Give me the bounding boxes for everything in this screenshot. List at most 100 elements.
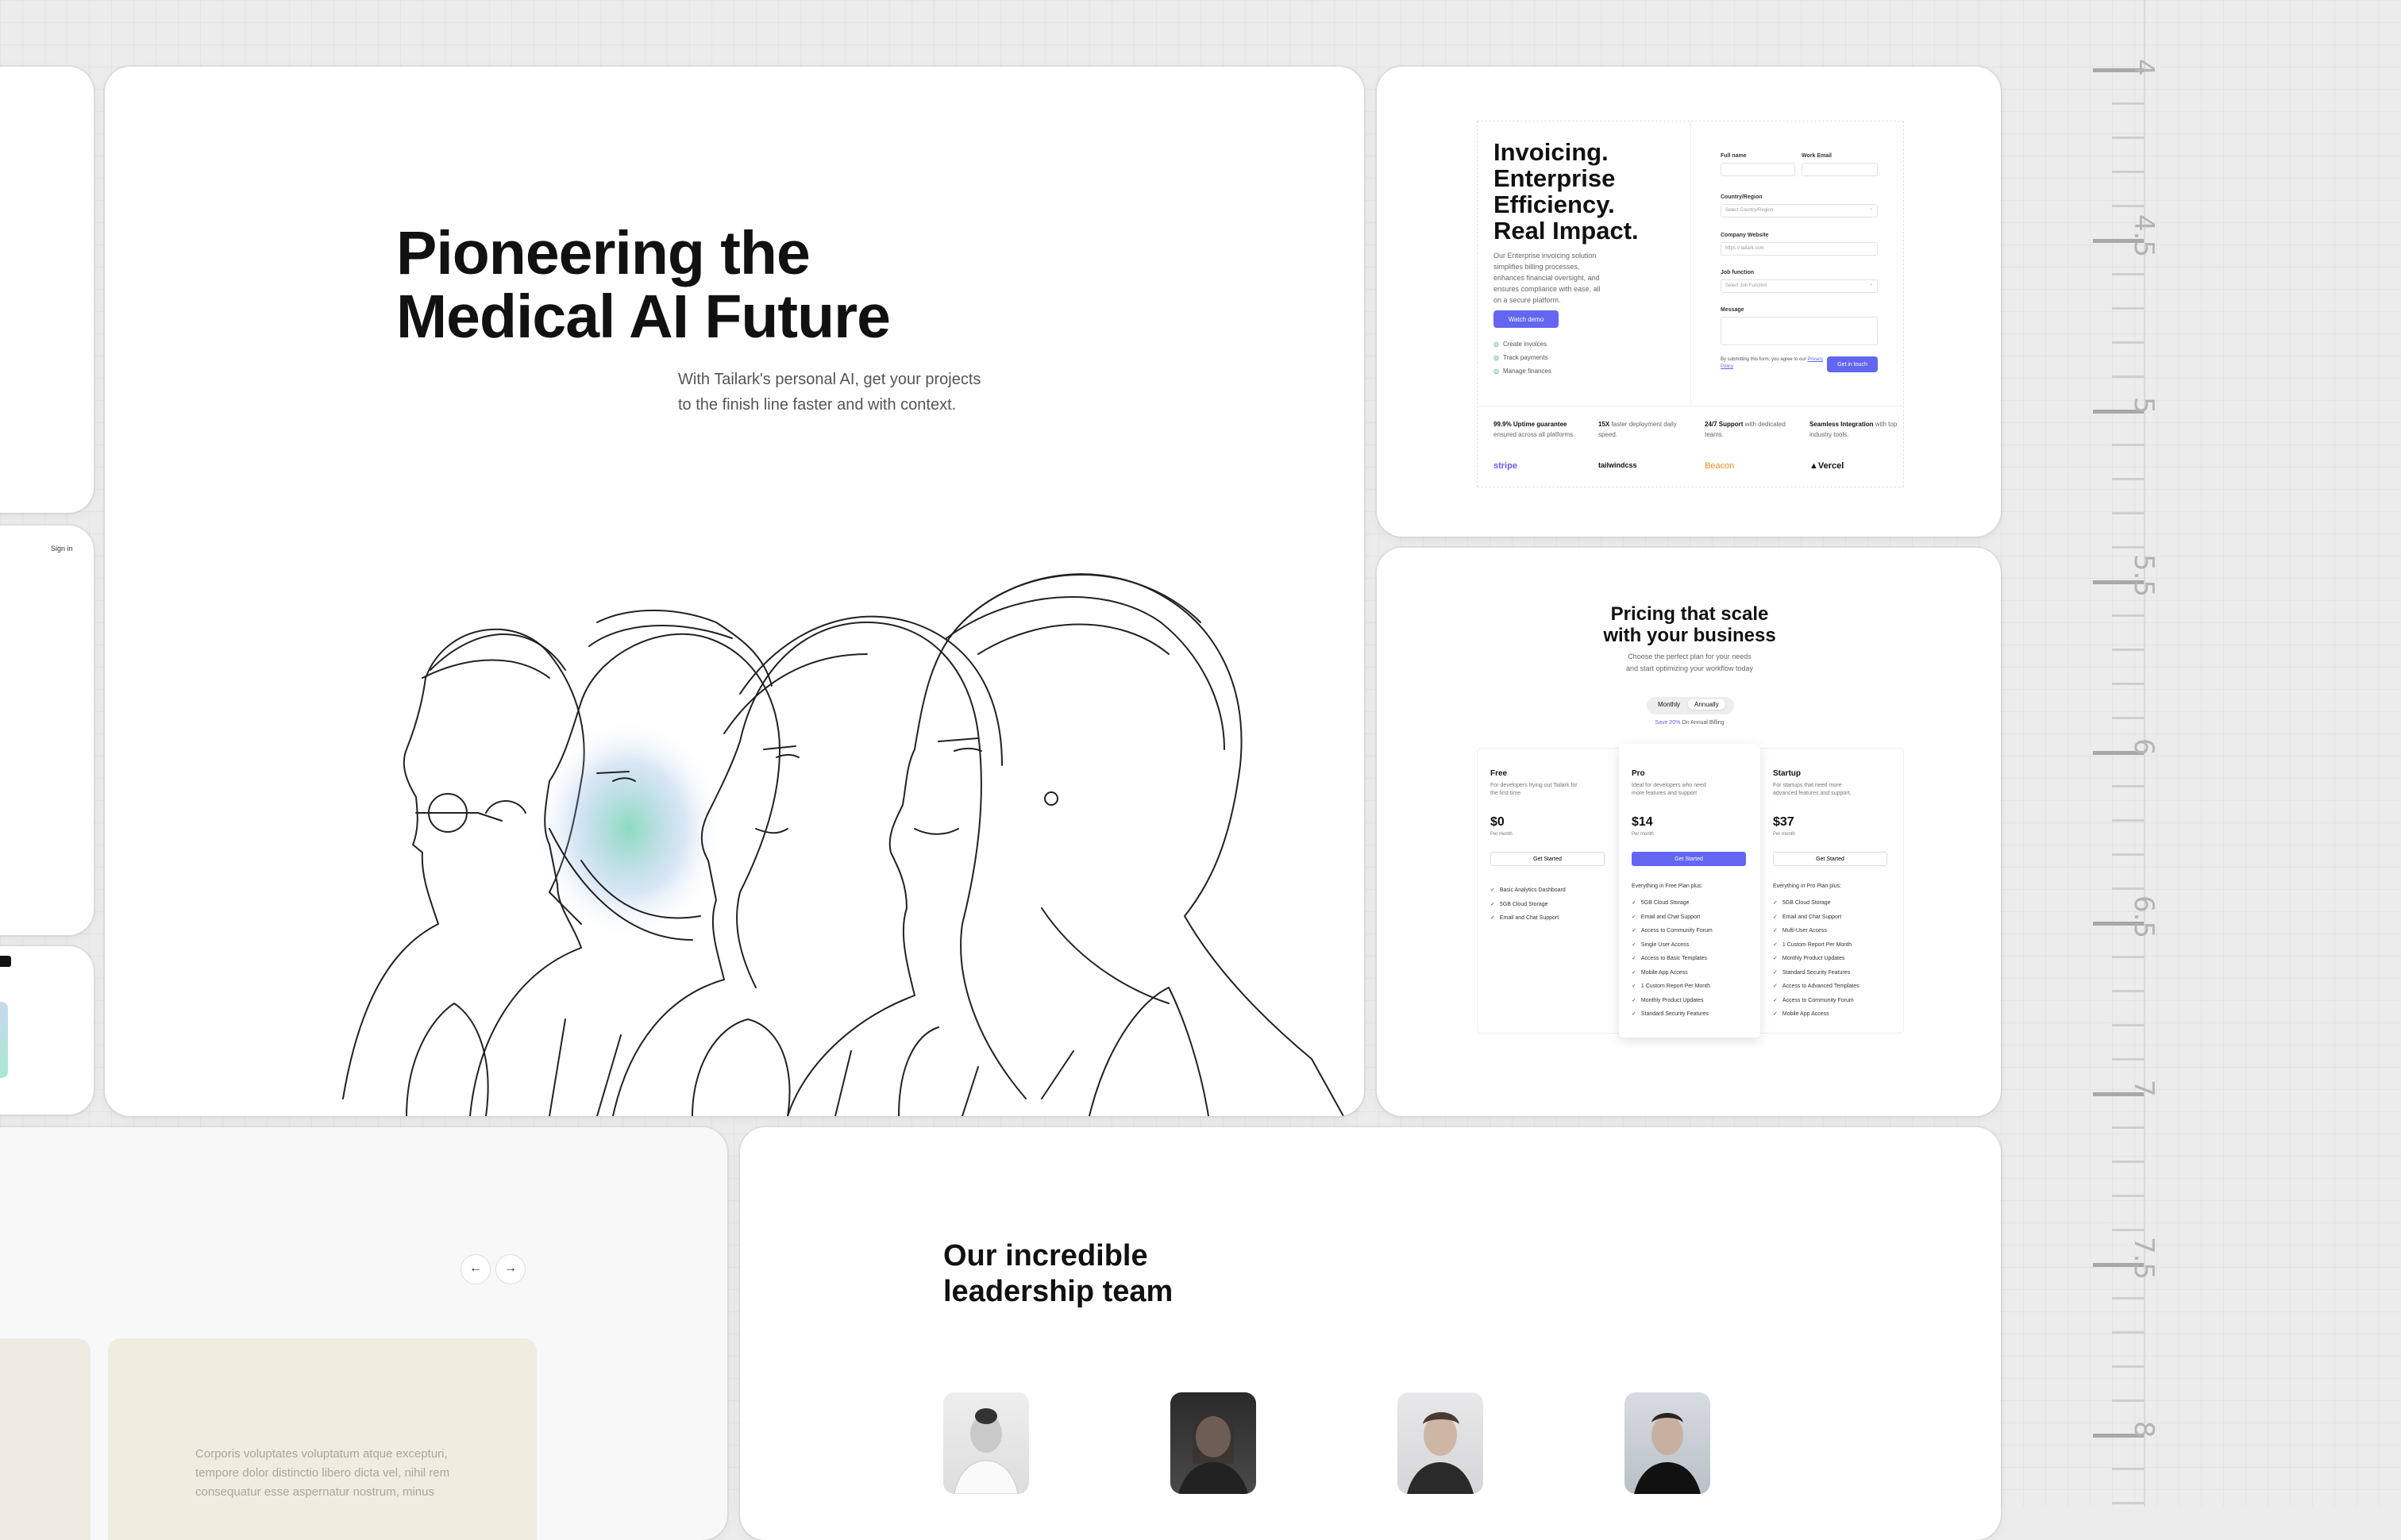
feature-item: Mobile App Access <box>1632 966 1713 980</box>
billing-toggle: Monthly Annually <box>1647 697 1734 714</box>
plan-price: $37 <box>1773 815 1794 829</box>
get-in-touch-button[interactable]: Get in touch <box>1827 356 1878 372</box>
stat-integration: Seamless Integration with top industry t… <box>1809 419 1905 440</box>
ruler-minor-tick <box>2112 341 2144 344</box>
ruler-minor-tick <box>2112 717 2144 719</box>
stat-uptime: 99.9% Uptime guarantee ensured across al… <box>1493 419 1589 440</box>
check-circle-icon: ◎ <box>1493 354 1499 361</box>
stat-bold: Seamless Integration <box>1809 421 1874 428</box>
ruler-minor-tick <box>2112 887 2144 890</box>
watch-demo-button[interactable]: Watch demo <box>1493 310 1559 328</box>
plan-features-heading: Everything in Free Plan plus: <box>1632 884 1703 889</box>
plan-startup: Startup For startups that need more adva… <box>1760 749 1902 1033</box>
feature-item: Access to Basic Templates <box>1632 952 1713 966</box>
stat-bold: 15X <box>1598 421 1610 428</box>
avatar[interactable] <box>1397 1392 1483 1494</box>
signin-link[interactable]: Sign in <box>51 545 73 552</box>
full-name-label: Full name <box>1721 153 1747 159</box>
work-email-field[interactable] <box>1802 163 1878 176</box>
carousel-slide-partial <box>0 1338 91 1540</box>
invoicing-frame: Invoicing. Enterprise Efficiency. Real I… <box>1477 121 1904 487</box>
team-title: Our incredible leadership team <box>943 1238 1173 1310</box>
feature-list: 5GB Cloud Storage Email and Chat Support… <box>1773 896 1860 1022</box>
toggle-annually[interactable]: Annually <box>1688 699 1725 710</box>
feature-item: Monthly Product Updates <box>1773 952 1860 966</box>
feature-item: Access to Community Forum <box>1773 994 1860 1008</box>
ruler-minor-tick <box>2112 478 2144 480</box>
ruler-label: 6.5 <box>2128 895 2160 939</box>
ruler-minor-tick <box>2112 444 2144 446</box>
full-name-field[interactable] <box>1721 163 1795 176</box>
stat-support: 24/7 Support with dedicated teams. <box>1705 419 1800 440</box>
message-textarea[interactable] <box>1721 317 1878 345</box>
ruler-minor-tick <box>2112 649 2144 651</box>
stat-rest: faster deployment daily speed. <box>1598 421 1677 438</box>
partial-card-signin: Sign in <box>0 526 94 935</box>
tailwindcss-logo: tailwindcss <box>1598 461 1637 469</box>
ruler-minor-tick <box>2112 1331 2144 1334</box>
feature-item: Email and Chat Support <box>1490 911 1566 926</box>
ruler-label: 6 <box>2128 738 2160 756</box>
invoicing-description: Our Enterprise invoicing solution simpli… <box>1493 252 1601 304</box>
invoicing-title-line2: Enterprise <box>1493 164 1616 192</box>
ruler-minor-tick <box>2112 546 2144 549</box>
team-title-line2: leadership team <box>943 1275 1174 1308</box>
pricing-title-line2: with your business <box>1603 625 1776 646</box>
carousel-prev-button[interactable]: ← <box>461 1254 491 1284</box>
get-started-button[interactable]: Get Started <box>1773 852 1887 866</box>
ruler-minor-tick <box>2112 683 2144 685</box>
person-photo <box>954 1408 1019 1494</box>
ruler: 4 4.5 5 5.5 6 6.5 7 7.5 8 <box>2080 0 2401 1507</box>
job-function-label: Job function <box>1721 270 1754 275</box>
get-started-button[interactable]: Get Started <box>1490 852 1605 866</box>
save-rest: On Annual Billing <box>1680 720 1725 726</box>
ruler-minor-tick <box>2112 990 2144 992</box>
ruler-minor-tick <box>2112 102 2144 105</box>
ruler-minor-tick <box>2112 273 2144 275</box>
invoicing-title-line1: Invoicing. <box>1493 138 1609 166</box>
gradient-preview <box>0 1002 8 1078</box>
ruler-minor-tick <box>2112 1195 2144 1197</box>
ruler-label: 7 <box>2128 1080 2160 1097</box>
chevron-updown-icon: ⌃ <box>1868 284 1873 289</box>
get-started-button[interactable]: Get Started <box>1632 852 1746 866</box>
check-circle-icon: ◎ <box>1493 368 1499 375</box>
ruler-minor-tick <box>2112 1058 2144 1061</box>
stat-bold: 99.9% Uptime guarantee <box>1493 421 1567 428</box>
stat-rest: ensured across all platforms. <box>1493 431 1575 438</box>
divider <box>1690 121 1691 406</box>
stripe-logo: stripe <box>1493 461 1517 471</box>
website-field[interactable]: https:// tailark.com <box>1721 242 1878 256</box>
partial-card-bottom <box>0 946 94 1115</box>
ruler-minor-tick <box>2112 1468 2144 1470</box>
doctors-illustration <box>342 573 1344 1116</box>
toggle-monthly[interactable]: Monthly <box>1658 701 1680 708</box>
avatar[interactable] <box>943 1392 1029 1494</box>
avatar[interactable] <box>1170 1392 1256 1494</box>
country-select[interactable]: Select Country/Region ⌃ <box>1721 204 1878 218</box>
ruler-minor-tick <box>2112 1161 2144 1163</box>
plan-period: Per month <box>1773 832 1795 837</box>
plan-period: Per month <box>1490 832 1513 837</box>
carousel-next-button[interactable]: → <box>495 1254 526 1284</box>
avatar[interactable] <box>1624 1392 1710 1494</box>
feature-item: Email and Chat Support <box>1773 911 1860 925</box>
ruler-minor-tick <box>2112 614 2144 617</box>
feature-item: Standard Security Features <box>1773 966 1860 980</box>
job-function-select[interactable]: Select Job Function ⌃ <box>1721 279 1878 293</box>
ruler-minor-tick <box>2112 1024 2144 1026</box>
chevron-updown-icon: ⌃ <box>1868 209 1873 214</box>
check-item: ◎ Track payments <box>1493 354 1548 361</box>
person-photo <box>1634 1413 1701 1494</box>
ruler-minor-tick <box>2112 205 2144 207</box>
feature-item: Standard Security Features <box>1632 1007 1713 1022</box>
country-label: Country/Region <box>1721 194 1763 200</box>
carousel-quote: Corporis voluptates voluptatum atque exc… <box>195 1447 450 1499</box>
plan-period: Per month <box>1632 832 1654 837</box>
ruler-label: 5 <box>2128 397 2160 414</box>
pricing-card: Pricing that scale with your business Ch… <box>1377 548 2001 1116</box>
ruler-minor-tick <box>2112 307 2144 310</box>
ruler-minor-tick <box>2112 819 2144 822</box>
check-label: Manage finances <box>1502 368 1551 375</box>
check-label: Track payments <box>1502 354 1548 361</box>
